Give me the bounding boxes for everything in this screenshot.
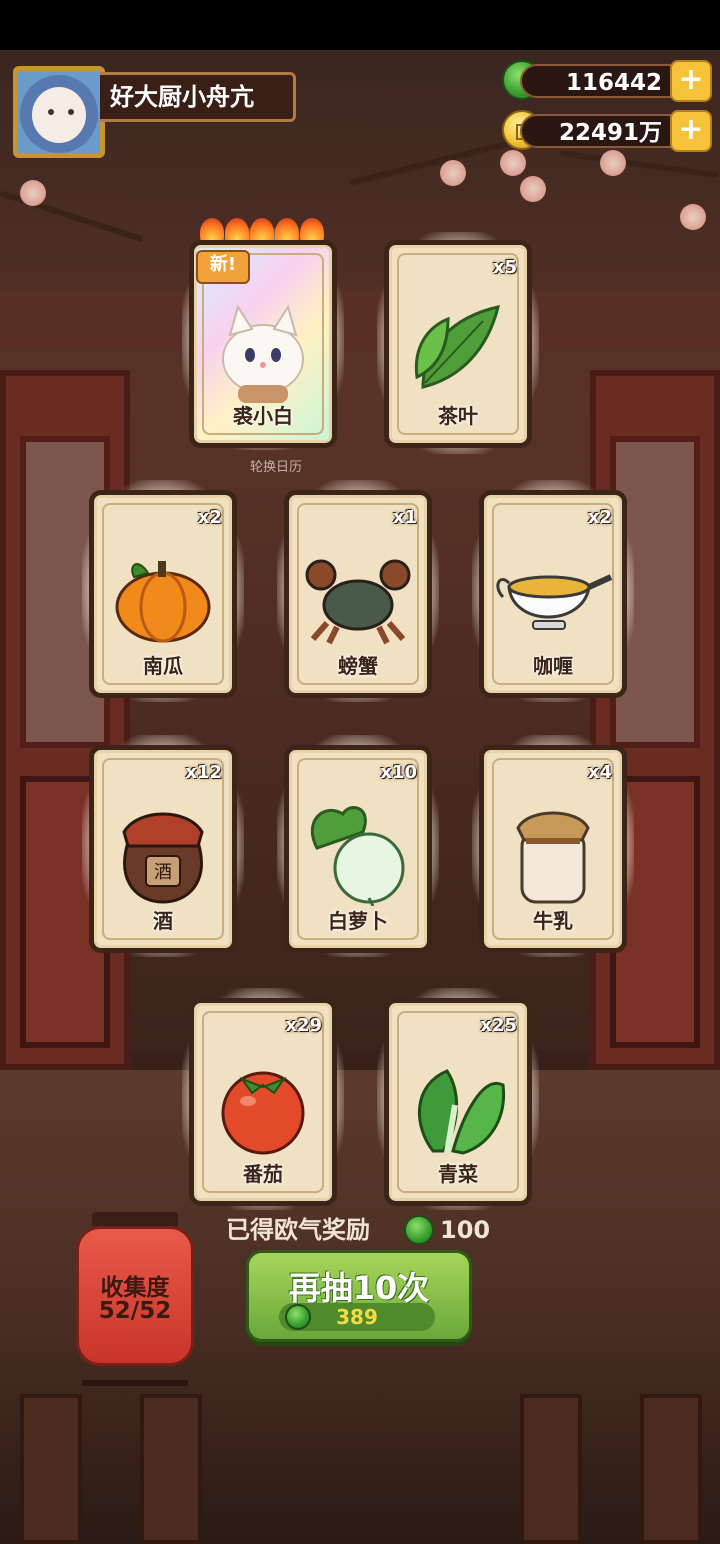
new-badge: 新!: [196, 250, 250, 284]
card-tomato[interactable]: x29 番茄: [189, 998, 337, 1206]
card-label: 酒: [153, 909, 173, 933]
status-bar: [0, 0, 720, 50]
card-wine[interactable]: x12 酒 酒: [89, 745, 237, 953]
luck-reward-label: 已得欧气奖励: [226, 1216, 370, 1244]
card-curry[interactable]: x2 咖喱: [479, 490, 627, 698]
card-count: x2: [587, 507, 612, 528]
luck-reward: 已得欧气奖励 100: [226, 1212, 496, 1248]
card-greens[interactable]: x25 青菜: [384, 998, 532, 1206]
card-crab[interactable]: x1 螃蟹: [284, 490, 432, 698]
collection-lantern[interactable]: 收集度 52/52: [76, 1212, 194, 1386]
card-count: x5: [492, 257, 517, 278]
rotation-calendar-caption[interactable]: 轮换日历: [240, 456, 312, 475]
pumpkin-icon: [108, 547, 218, 651]
card-count: x29: [285, 1015, 322, 1036]
jar-label: 酒: [154, 862, 172, 883]
card-label: 咖喱: [533, 654, 573, 678]
card-count: x12: [185, 762, 222, 783]
card-radish[interactable]: x10 白萝卜: [284, 745, 432, 953]
milk-jar-icon: [498, 802, 608, 910]
radish-icon: [303, 802, 413, 910]
card-count: x4: [587, 762, 612, 783]
collection-progress: 52/52: [98, 1298, 172, 1324]
coin-currency: 22491万 +: [502, 110, 712, 152]
luck-reward-value: 100: [440, 1216, 491, 1244]
card-label: 茶叶: [438, 404, 478, 428]
add-jade-button[interactable]: +: [670, 60, 712, 102]
avatar[interactable]: [13, 66, 105, 158]
collection-title: 收集度: [100, 1275, 170, 1301]
jade-currency: 116442 +: [502, 60, 712, 102]
card-label: 南瓜: [143, 654, 183, 678]
draw-cost: 389: [279, 1303, 435, 1331]
draw-again-button[interactable]: 再抽10次 389: [246, 1250, 472, 1342]
card-label: 裘小白: [233, 404, 293, 428]
curry-icon: [493, 547, 613, 651]
card-count: x10: [380, 762, 417, 783]
card-count: x2: [197, 507, 222, 528]
jade-amount: 116442: [520, 64, 694, 98]
card-label: 螃蟹: [338, 654, 378, 678]
card-milk[interactable]: x4 牛乳: [479, 745, 627, 953]
greens-icon: [403, 1055, 513, 1163]
crab-icon: [303, 547, 413, 651]
card-count: x1: [392, 507, 417, 528]
white-cat-icon: [208, 297, 318, 411]
card-tea[interactable]: x5 茶叶: [384, 240, 532, 448]
tomato-icon: [208, 1055, 318, 1159]
jade-icon: [404, 1215, 434, 1245]
card-count: x25: [480, 1015, 517, 1036]
card-pumpkin[interactable]: x2 南瓜: [89, 490, 237, 698]
coin-amount: 22491万: [520, 114, 694, 148]
tea-leaf-icon: [403, 297, 513, 401]
card-label: 白萝卜: [328, 909, 388, 933]
card-label: 牛乳: [533, 909, 573, 933]
wine-jar-icon: 酒: [108, 802, 218, 910]
add-coins-button[interactable]: +: [670, 110, 712, 152]
player-name: 好大厨小舟亢: [100, 72, 296, 122]
card-label: 青菜: [438, 1162, 478, 1186]
card-label: 番茄: [243, 1162, 283, 1186]
draw-cost-value: 389: [336, 1305, 378, 1329]
